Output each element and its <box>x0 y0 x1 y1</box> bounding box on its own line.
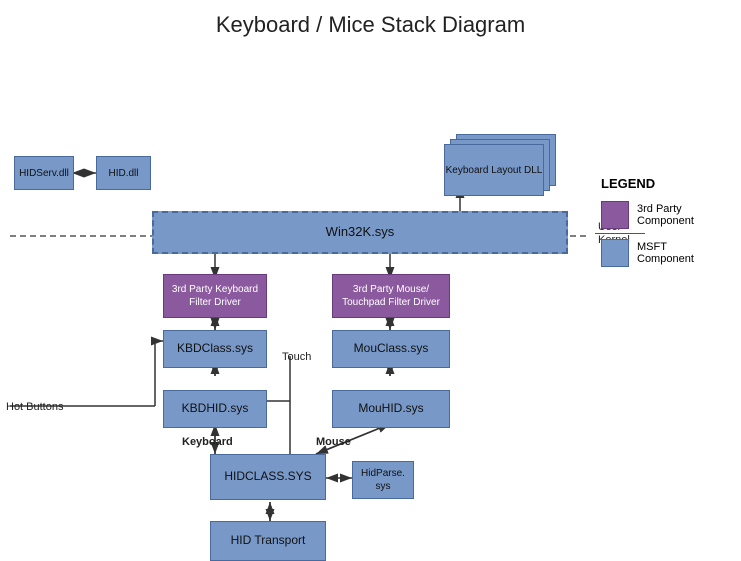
party3-keyboard-box: 3rd Party Keyboard Filter Driver <box>163 274 267 318</box>
hid-dll-box: HID.dll <box>96 156 151 190</box>
legend-label-party3: 3rd Party Component <box>637 203 721 227</box>
win32k-box: Win32K.sys <box>152 211 568 254</box>
hid-transport-box: HID Transport <box>210 521 326 561</box>
mouhid-box: MouHID.sys <box>332 390 450 428</box>
kbdclass-box: KBDClass.sys <box>163 330 267 368</box>
mouse-label: Mouse <box>316 436 351 448</box>
legend-label-msft: MSFT Component <box>637 241 721 265</box>
party3-mouse-box: 3rd Party Mouse/ Touchpad Filter Driver <box>332 274 450 318</box>
legend: LEGEND 3rd Party Component MSFT Componen… <box>601 176 721 277</box>
legend-item-party3: 3rd Party Component <box>601 201 721 229</box>
legend-title: LEGEND <box>601 176 721 191</box>
hot-buttons-label: Hot Buttons <box>6 401 63 413</box>
hidserv-box: HIDServ.dll <box>14 156 74 190</box>
hidclass-box: HIDCLASS.SYS <box>210 454 326 500</box>
legend-swatch-purple <box>601 201 629 229</box>
legend-swatch-blue <box>601 239 629 267</box>
legend-item-msft: MSFT Component <box>601 239 721 267</box>
kbdhid-box: KBDHID.sys <box>163 390 267 428</box>
page-title: Keyboard / Mice Stack Diagram <box>0 0 741 46</box>
touch-label: Touch <box>282 351 311 363</box>
hidparse-box: HidParse. sys <box>352 461 414 499</box>
keyboard-label: Keyboard <box>182 436 233 448</box>
keyboard-layout-box: Keyboard Layout DLL <box>444 144 544 196</box>
mouclass-box: MouClass.sys <box>332 330 450 368</box>
